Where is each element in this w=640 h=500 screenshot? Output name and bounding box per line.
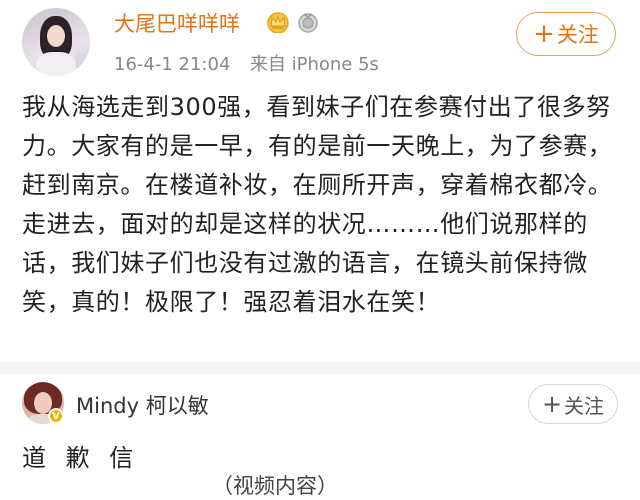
video-placeholder[interactable]: （视频内容） — [212, 470, 338, 500]
post-card-2: V Mindy 柯以敏 + 关注 道 歉 信 （视频内容） — [0, 374, 640, 498]
follow-button-2[interactable]: + 关注 — [528, 384, 618, 424]
username-2[interactable]: Mindy 柯以敏 — [76, 390, 209, 420]
post-timestamp: 16-4-1 21:04 — [114, 54, 231, 75]
plus-icon: + — [533, 19, 555, 49]
post-title-2: 道 歉 信 — [22, 444, 140, 472]
verified-badge-icon: V — [48, 408, 64, 424]
follow-button[interactable]: + 关注 — [516, 12, 616, 56]
section-divider — [0, 362, 640, 374]
follow-label: 关注 — [564, 393, 605, 418]
post-content: 我从海选走到300强，看到妹子们在参赛付出了很多努力。大家有的是一早，有的是前一… — [22, 93, 613, 316]
plus-icon: + — [541, 390, 563, 418]
username[interactable]: 大尾巴咩咩咩 — [114, 8, 240, 38]
follow-label: 关注 — [556, 23, 599, 47]
post-meta: 16-4-1 21:04 来自 iPhone 5s — [114, 50, 379, 76]
avatar-body — [36, 52, 76, 76]
source-prefix: 来自 — [249, 54, 286, 75]
avatar-face — [47, 25, 65, 47]
crown-badge-icon[interactable] — [266, 11, 290, 33]
user-avatar[interactable] — [22, 8, 90, 76]
post-card: 大尾巴咩咩咩 16-4-1 21:04 来自 iPhone 5s + 关注 我从… — [0, 0, 640, 362]
medal-badge-icon[interactable] — [297, 11, 319, 33]
post-source[interactable]: iPhone 5s — [292, 54, 379, 75]
